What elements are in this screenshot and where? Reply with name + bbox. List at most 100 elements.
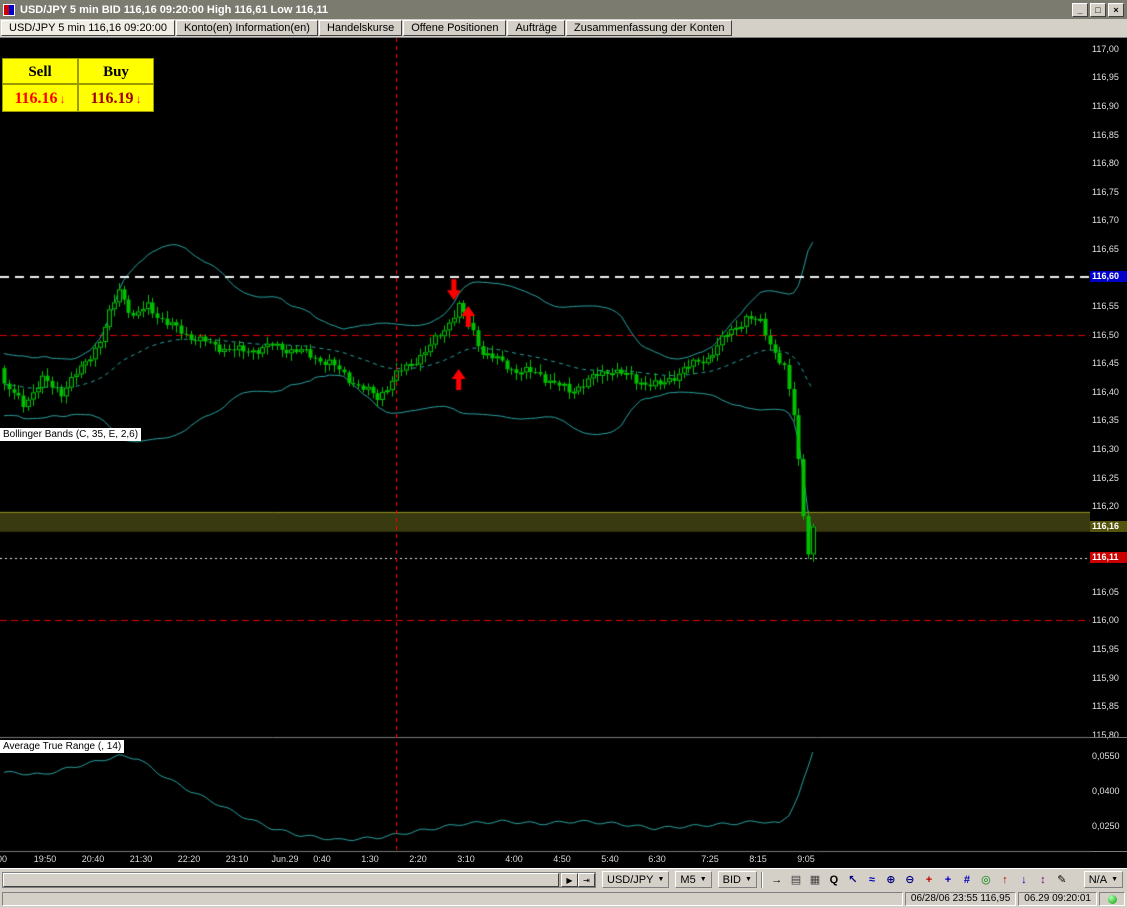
crosshair-blue-icon[interactable]: + (939, 871, 957, 889)
time-tick: 23:10 (226, 854, 249, 864)
time-tick: 6:30 (648, 854, 666, 864)
last-history-tick: 06/28/06 23:55 116,95 (905, 892, 1016, 906)
indicator-wave-icon[interactable]: ≈ (863, 871, 881, 889)
price-tick: 116,30 (1092, 444, 1119, 454)
close-button[interactable]: × (1108, 3, 1124, 17)
price-marker-116-16: 116,16 (1090, 521, 1127, 532)
data-window-icon[interactable]: ▤ (787, 871, 805, 889)
connection-status (1099, 892, 1125, 906)
updown-icon[interactable]: ↕ (1034, 871, 1052, 889)
grid-toggle-icon[interactable]: # (958, 871, 976, 889)
buy-down-arrow-icon: ↓ (136, 92, 142, 106)
price-marker-116-11: 116,11 (1090, 552, 1127, 563)
chevron-down-icon: ▼ (1111, 876, 1118, 883)
timeframe-select[interactable]: M5 ▼ (675, 871, 711, 888)
na-dropdown[interactable]: N/A ▼ (1084, 871, 1123, 888)
title-bar: USD/JPY 5 min BID 116,16 09:20:00 High 1… (0, 0, 1127, 19)
atr-tick: 0,0550 (1092, 751, 1120, 761)
time-tick: 1:30 (361, 854, 379, 864)
price-tick: 115,95 (1092, 644, 1119, 654)
price-chart-canvas[interactable] (0, 38, 1090, 868)
price-tick: 116,85 (1092, 130, 1119, 140)
price-tick: 116,00 (1092, 615, 1119, 625)
sell-price-value: 116.16 (14, 90, 57, 107)
atr-indicator-label[interactable]: Average True Range (, 14) (0, 740, 124, 753)
pane-separator (1090, 851, 1127, 852)
na-dropdown-value: N/A (1089, 874, 1107, 886)
price-tick: 116,35 (1092, 415, 1119, 425)
minimize-button[interactable]: _ (1072, 3, 1088, 17)
status-bar: 06/28/06 23:55 116,95 06.29 09:20:01 (0, 890, 1127, 908)
chevron-down-icon: ▼ (745, 876, 752, 883)
buy-price[interactable]: 116.19↓ (78, 84, 154, 112)
time-tick: Jun.29 (271, 854, 298, 864)
time-tick: 2:20 (409, 854, 427, 864)
tab-bar: USD/JPY 5 min 116,16 09:20:00Konto(en) I… (0, 19, 1127, 38)
price-tick: 116,80 (1092, 158, 1119, 168)
price-tick: 115,80 (1092, 730, 1119, 740)
price-tick: 116,50 (1092, 330, 1119, 340)
up-signal-icon[interactable]: ↑ (996, 871, 1014, 889)
scroll-end-button[interactable]: ⇥ (578, 873, 595, 887)
window-title: USD/JPY 5 min BID 116,16 09:20:00 High 1… (20, 4, 1070, 16)
time-tick: 20:40 (82, 854, 105, 864)
price-tick: 116,90 (1092, 101, 1119, 111)
buy-price-value: 116.19 (90, 90, 133, 107)
time-tick: 4:50 (553, 854, 571, 864)
time-tick: 00 (0, 854, 7, 864)
time-tick: 7:25 (701, 854, 719, 864)
price-tick: 116,45 (1092, 358, 1119, 368)
zoom-out-icon[interactable]: ⊖ (901, 871, 919, 889)
grid-settings-icon[interactable]: ▦ (806, 871, 824, 889)
time-tick: 21:30 (130, 854, 153, 864)
tab-account-summary[interactable]: Zusammenfassung der Konten (566, 20, 732, 36)
connection-online-icon (1108, 895, 1117, 904)
tab-account-info[interactable]: Konto(en) Information(en) (176, 20, 318, 36)
snap-target-icon[interactable]: ◎ (977, 871, 995, 889)
price-tick: 116,05 (1092, 587, 1119, 597)
tab-open-positions[interactable]: Offene Positionen (403, 20, 506, 36)
tab-orders[interactable]: Aufträge (507, 20, 565, 36)
symbol-select[interactable]: USD/JPY ▼ (602, 871, 669, 888)
scrollbar-thumb[interactable] (3, 873, 559, 887)
tab-chart-usdjpy[interactable]: USD/JPY 5 min 116,16 09:20:00 (1, 20, 175, 36)
time-tick: 22:20 (178, 854, 201, 864)
annotation-pen-icon[interactable]: ✎ (1053, 871, 1071, 889)
time-tick: 0:40 (313, 854, 331, 864)
bollinger-indicator-label[interactable]: Bollinger Bands (C, 35, E, 2,6) (0, 428, 141, 441)
price-tick: 117,00 (1092, 44, 1119, 54)
sell-price[interactable]: 116.16↓ (2, 84, 78, 112)
chevron-down-icon: ▼ (657, 876, 664, 883)
price-tick: 115,90 (1092, 673, 1119, 683)
trade-panel: Sell Buy 116.16↓ 116.19↓ (1, 57, 154, 113)
zoom-in-icon[interactable]: ⊕ (882, 871, 900, 889)
symbol-select-value: USD/JPY (607, 874, 653, 886)
price-tick: 116,55 (1092, 301, 1119, 311)
crosshair-red-icon[interactable]: + (920, 871, 938, 889)
price-tick: 116,40 (1092, 387, 1119, 397)
buy-button[interactable]: Buy (78, 58, 154, 84)
time-tick: 9:05 (797, 854, 815, 864)
price-tick: 116,70 (1092, 215, 1119, 225)
quote-board-icon[interactable]: Q (825, 871, 843, 889)
server-clock: 06.29 09:20:01 (1018, 892, 1097, 906)
sell-button[interactable]: Sell (2, 58, 78, 84)
price-marker-116-60: 116,60 (1090, 271, 1127, 282)
time-tick: 4:00 (505, 854, 523, 864)
down-signal-icon[interactable]: ↓ (1015, 871, 1033, 889)
price-tick: 116,65 (1092, 244, 1119, 254)
price-tick: 116,95 (1092, 72, 1119, 82)
time-tick: 5:40 (601, 854, 619, 864)
time-tick: 3:10 (457, 854, 475, 864)
price-axis: 117,00116,95116,90116,85116,80116,75116,… (1090, 38, 1127, 868)
time-tick: 19:50 (34, 854, 57, 864)
atr-tick: 0,0250 (1092, 821, 1120, 831)
scrollbar-track[interactable]: ▶ ⇥ (2, 872, 596, 888)
price-type-select[interactable]: BID ▼ (718, 871, 757, 888)
tab-trade-rates[interactable]: Handelskurse (319, 20, 402, 36)
status-message-area (2, 892, 903, 906)
pointer-tool-icon[interactable]: ↖ (844, 871, 862, 889)
scroll-right-button[interactable]: ▶ (561, 873, 578, 887)
jump-to-end-icon[interactable]: → (768, 871, 786, 889)
maximize-button[interactable]: □ (1090, 3, 1106, 17)
